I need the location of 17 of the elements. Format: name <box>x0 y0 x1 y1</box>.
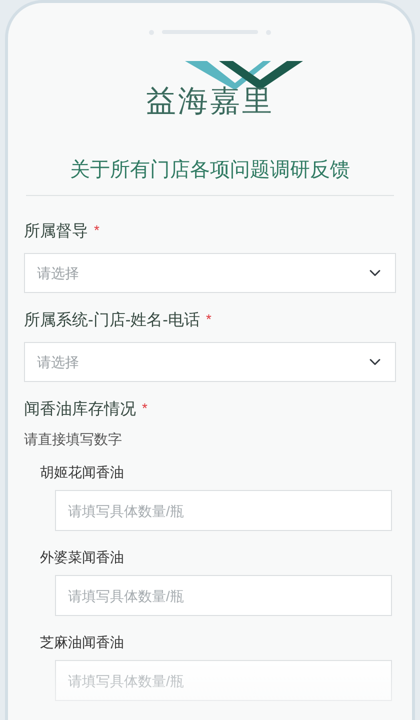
hint-text: 请直接填写数字 <box>24 430 123 449</box>
select-field[interactable]: 请选择 <box>24 253 396 293</box>
logo-text: 益海嘉里 <box>146 87 274 117</box>
form-title: 关于所有门店各项问题调研反馈 <box>26 141 394 196</box>
required-mark: * <box>206 310 212 329</box>
number-field[interactable]: 请填写具体数量/瓶 <box>55 660 392 701</box>
select-field[interactable]: 请选择 <box>24 342 396 382</box>
field-label: 外婆菜闻香油 <box>40 548 125 567</box>
required-mark: * <box>94 221 100 240</box>
required-mark: * <box>142 399 148 418</box>
field-label: 芝麻油闻香油 <box>40 633 125 652</box>
number-field[interactable]: 请填写具体数量/瓶 <box>55 490 392 531</box>
field-label: 胡姬花闻香油 <box>40 463 125 482</box>
field-label: 闻香油库存情况 <box>24 400 136 420</box>
field-label: 所属系统-门店-姓名-电话 <box>24 310 200 331</box>
field-label: 所属督导 <box>24 222 88 242</box>
number-field[interactable]: 请填写具体数量/瓶 <box>55 575 392 616</box>
